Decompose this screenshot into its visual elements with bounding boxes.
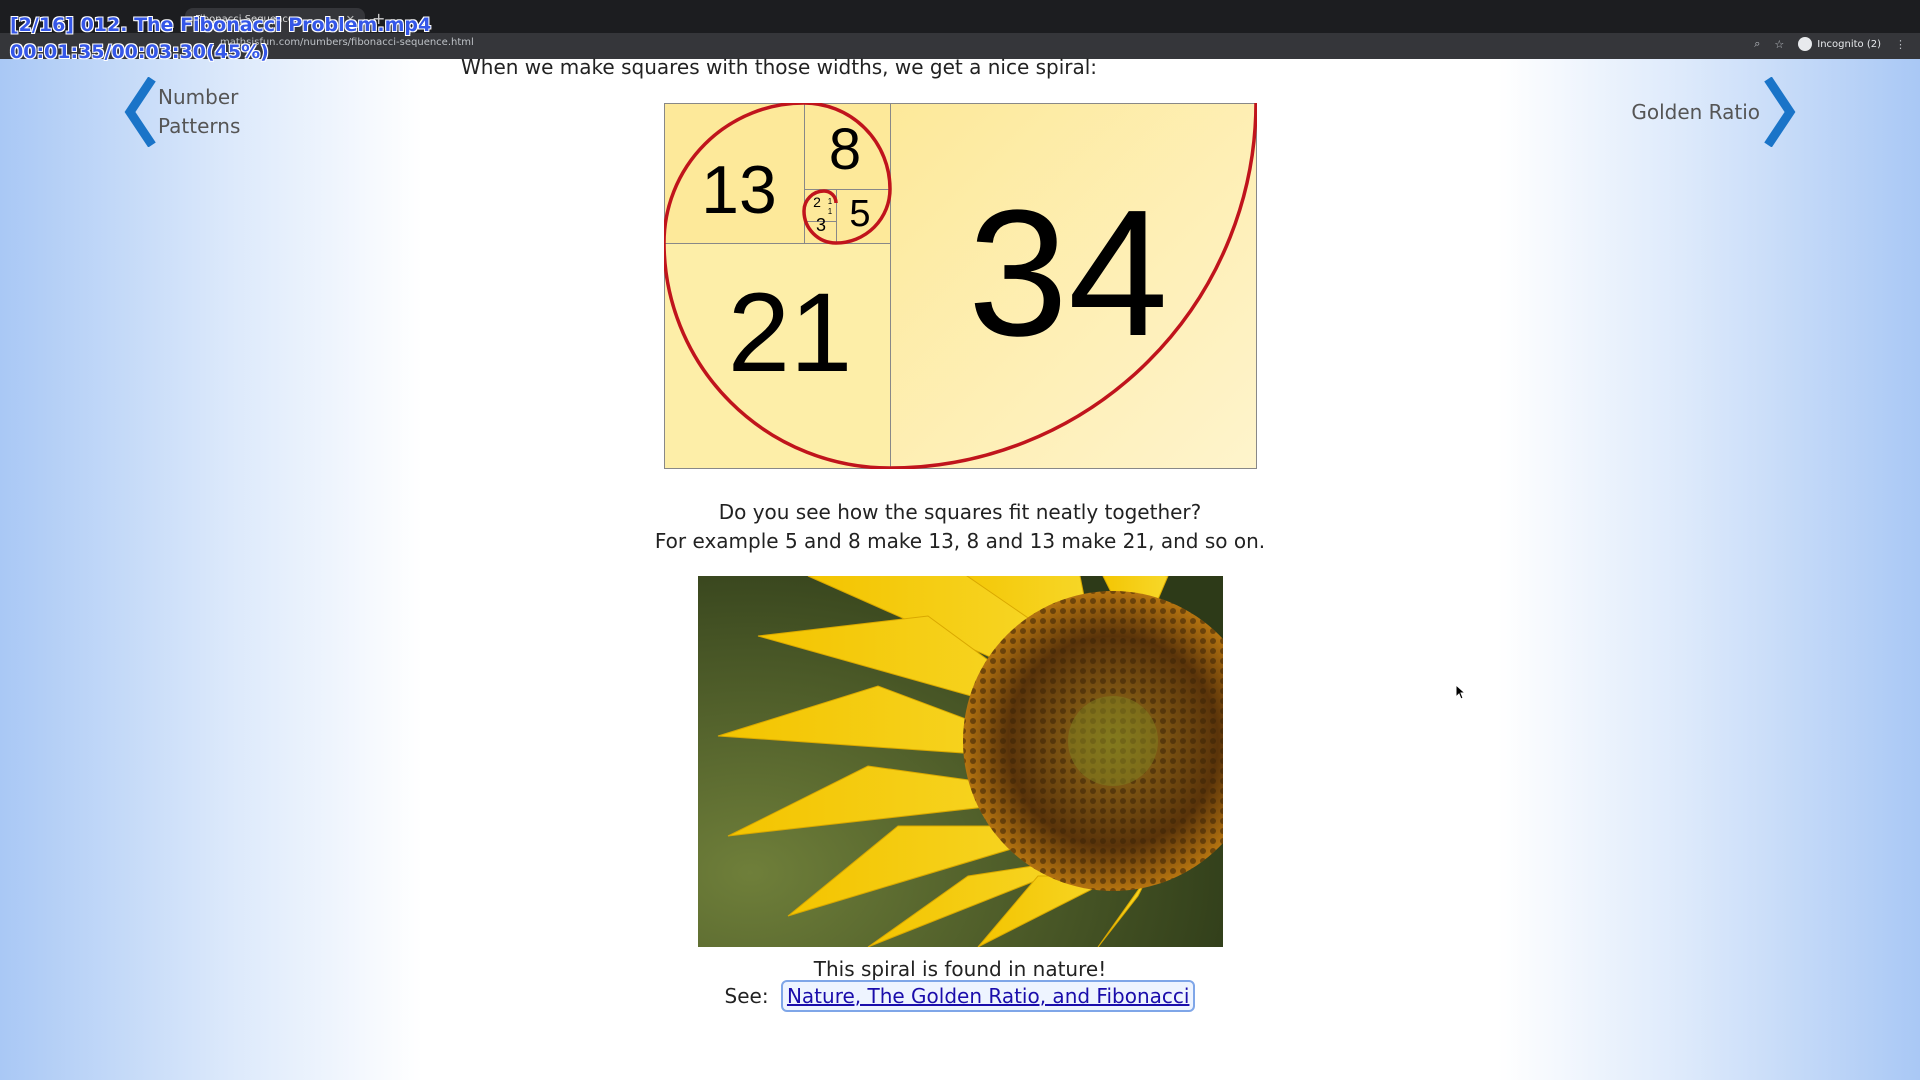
zoom-icon[interactable]: ⌕ [1754, 37, 1760, 51]
label-13: 13 [701, 152, 777, 228]
chevron-right-icon [1764, 77, 1796, 147]
label-1a: 1 [828, 197, 833, 206]
incognito-icon [1798, 37, 1813, 51]
fibonacci-spiral-image: 13 8 2 3 5 21 34 1 1 [664, 103, 1257, 469]
caption-line-1: Do you see how the squares fit neatly to… [718, 500, 1202, 524]
label-21: 21 [728, 270, 853, 395]
see-also-line: See: Nature, The Golden Ratio, and Fibon… [0, 980, 1920, 1012]
label-3: 3 [816, 215, 826, 235]
next-page-link[interactable]: Golden Ratio [1631, 77, 1796, 147]
see-label: See: [724, 984, 769, 1008]
label-2: 2 [813, 194, 821, 210]
mouse-cursor-icon [1455, 684, 1467, 700]
nature-golden-ratio-link[interactable]: Nature, The Golden Ratio, and Fibonacci [780, 980, 1196, 1012]
intro-text: When we make squares with those widths, … [461, 55, 1098, 79]
prev-page-link[interactable]: Number Patterns [124, 77, 268, 147]
prev-label-line2: Patterns [158, 114, 241, 138]
label-1b: 1 [828, 207, 833, 216]
chevron-left-icon [124, 77, 156, 147]
incognito-profile-button[interactable]: Incognito (2) [1798, 37, 1881, 51]
spiral-caption: Do you see how the squares fit neatly to… [0, 498, 1920, 556]
next-page-label: Golden Ratio [1631, 99, 1760, 124]
kebab-menu-icon[interactable]: ⋮ [1895, 38, 1906, 51]
prev-page-label: Number Patterns [158, 83, 268, 141]
label-8: 8 [829, 117, 861, 182]
video-overlay: [2/16] 012. The Fibonacci Problem.mp4 00… [10, 12, 431, 66]
label-34: 34 [968, 173, 1168, 374]
toolbar-icons: ⌕ ☆ Incognito (2) ⋮ [1754, 37, 1906, 51]
video-title: [2/16] 012. The Fibonacci Problem.mp4 [10, 14, 432, 36]
bookmark-star-icon[interactable]: ☆ [1774, 38, 1784, 51]
label-5: 5 [849, 193, 870, 235]
caption-line-2: For example 5 and 8 make 13, 8 and 13 ma… [654, 529, 1266, 553]
video-timestamp: 00:01:35/00:03:30(45%) [10, 41, 269, 63]
prev-label-line1: Number [158, 85, 239, 109]
sunflower-image [698, 576, 1223, 947]
incognito-label: Incognito (2) [1817, 38, 1881, 50]
